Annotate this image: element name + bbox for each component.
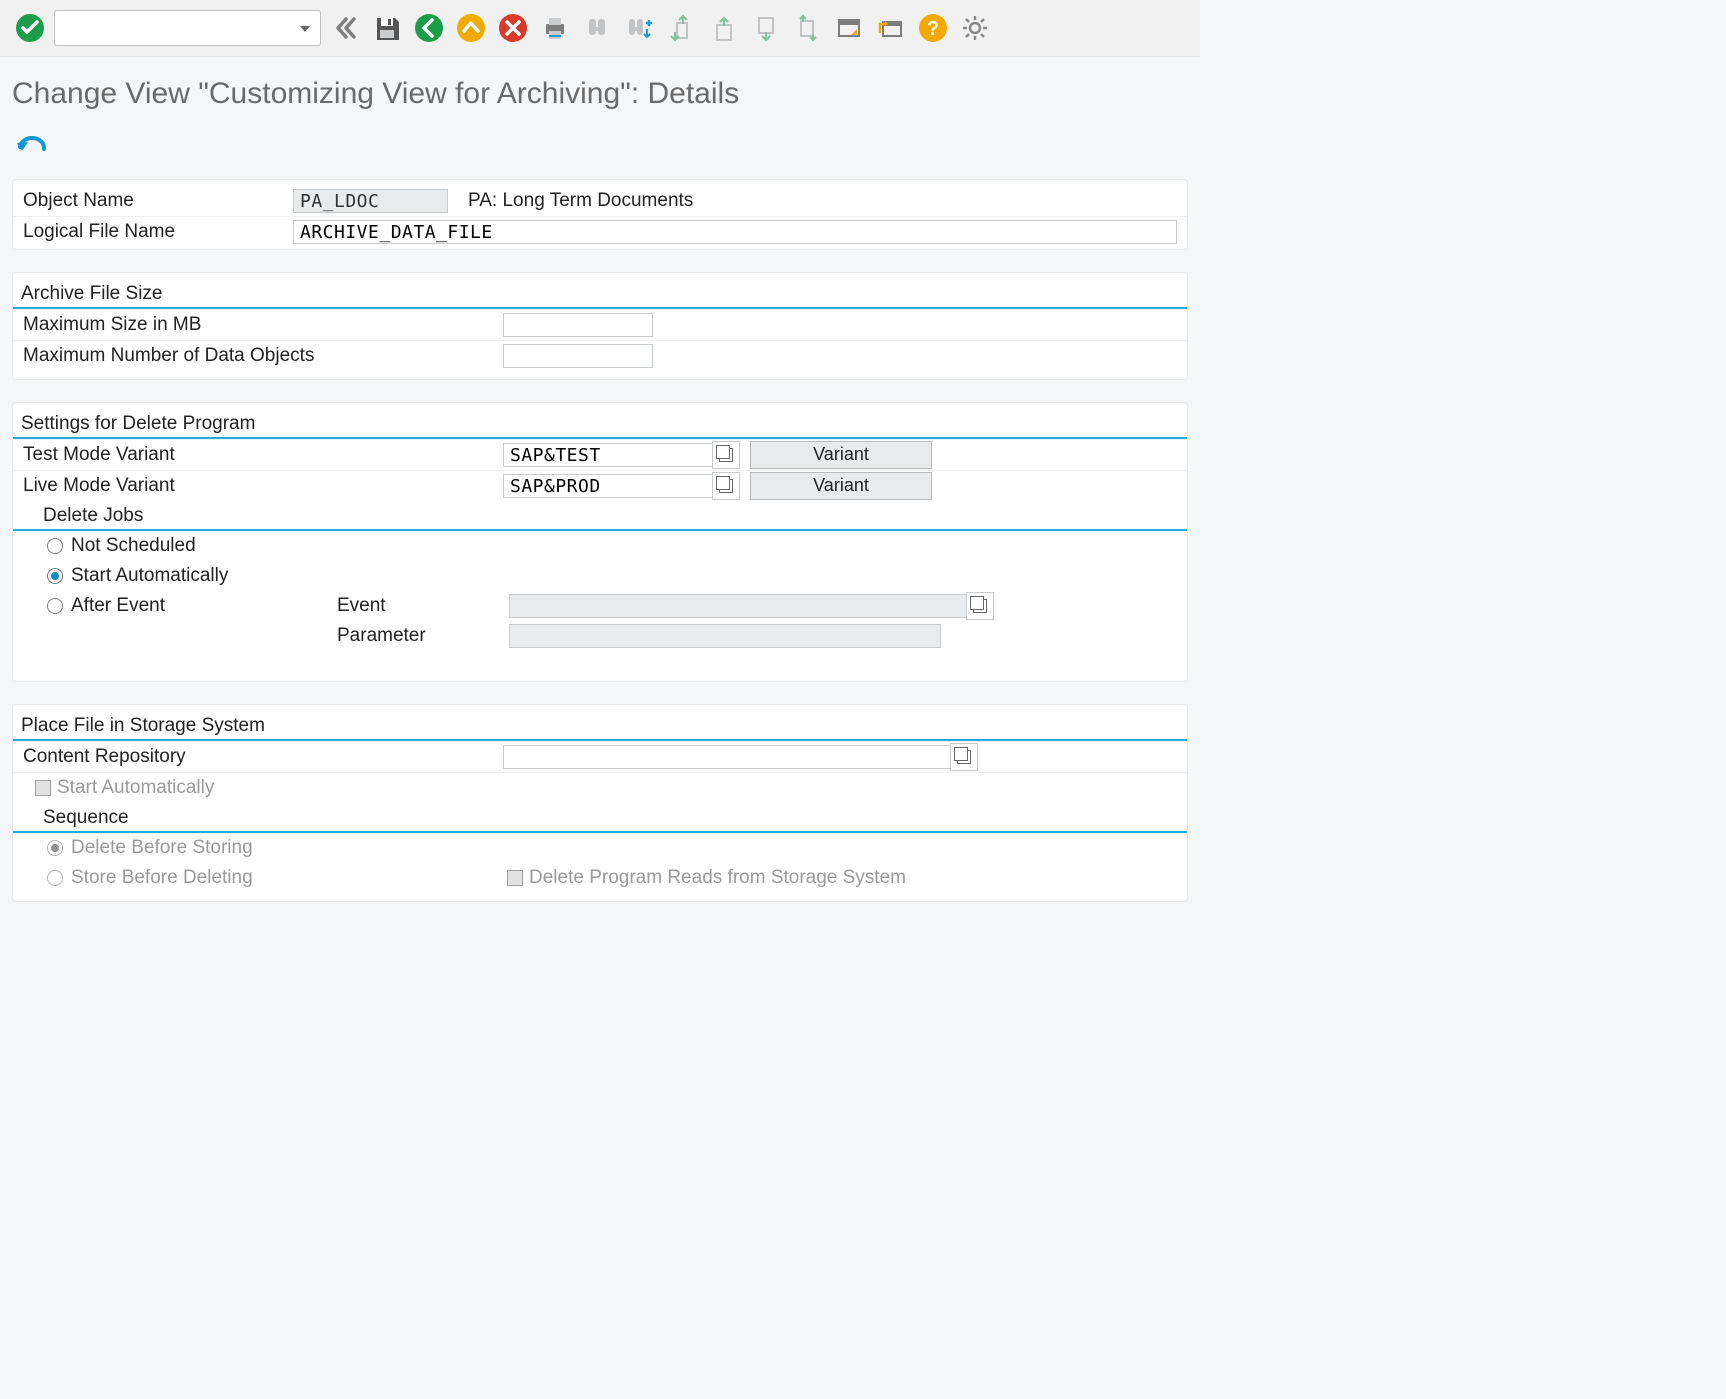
test-variant-f4-icon[interactable] — [712, 441, 740, 469]
archive-size-section: Archive File Size — [13, 279, 1187, 309]
undo-icon[interactable] — [14, 133, 48, 165]
find-next-icon[interactable] — [621, 10, 657, 46]
next-page-icon[interactable] — [747, 10, 783, 46]
object-name-desc: PA: Long Term Documents — [448, 190, 693, 212]
event-field — [509, 594, 967, 618]
after-event-label: After Event — [71, 595, 165, 617]
test-variant-label: Test Mode Variant — [23, 444, 503, 466]
delete-before-label: Delete Before Storing — [71, 837, 253, 859]
parameter-field — [509, 624, 941, 648]
after-event-radio[interactable] — [47, 598, 63, 614]
repo-f4-icon[interactable] — [950, 743, 978, 771]
last-page-icon[interactable] — [789, 10, 825, 46]
max-obj-field[interactable] — [503, 344, 653, 368]
storage-block: Place File in Storage System Content Rep… — [12, 704, 1188, 902]
delete-prog-block: Settings for Delete Program Test Mode Va… — [12, 402, 1188, 682]
create-shortcut-icon[interactable] — [873, 10, 909, 46]
max-mb-label: Maximum Size in MB — [23, 314, 503, 336]
live-variant-f4-icon[interactable] — [712, 472, 740, 500]
find-icon[interactable] — [579, 10, 615, 46]
sequence-section: Sequence — [13, 803, 1187, 833]
event-label: Event — [337, 595, 509, 617]
cancel-icon[interactable] — [495, 10, 531, 46]
live-variant-field[interactable] — [503, 474, 713, 498]
toolbar: ? — [0, 0, 1200, 57]
max-mb-field[interactable] — [503, 313, 653, 337]
delete-before-radio — [47, 840, 63, 856]
first-page-icon[interactable] — [663, 10, 699, 46]
repo-field[interactable] — [503, 745, 951, 769]
page-title: Change View "Customizing View for Archiv… — [0, 57, 1200, 133]
test-variant-button[interactable]: Variant — [750, 441, 932, 469]
reads-label: Delete Program Reads from Storage System — [529, 867, 906, 889]
live-variant-label: Live Mode Variant — [23, 475, 503, 497]
test-variant-field[interactable] — [503, 443, 713, 467]
parameter-label: Parameter — [337, 625, 509, 647]
archive-size-block: Archive File Size Maximum Size in MB Max… — [12, 272, 1188, 380]
start-auto-label: Start Automatically — [71, 565, 228, 587]
storage-start-auto-check — [35, 780, 51, 796]
event-f4-icon[interactable] — [966, 592, 994, 620]
new-session-icon[interactable] — [831, 10, 867, 46]
exit-icon[interactable] — [453, 10, 489, 46]
settings-icon[interactable] — [957, 10, 993, 46]
start-auto-radio[interactable] — [47, 568, 63, 584]
print-icon[interactable] — [537, 10, 573, 46]
object-name-field — [293, 189, 448, 213]
store-before-label: Store Before Deleting — [71, 867, 253, 889]
repo-label: Content Repository — [23, 746, 503, 768]
max-obj-label: Maximum Number of Data Objects — [23, 345, 503, 367]
not-scheduled-label: Not Scheduled — [71, 535, 196, 557]
storage-start-auto-label: Start Automatically — [57, 777, 214, 799]
store-before-radio — [47, 870, 63, 886]
back-icon[interactable] — [411, 10, 447, 46]
enter-icon[interactable] — [12, 10, 48, 46]
help-icon[interactable]: ? — [915, 10, 951, 46]
live-variant-button[interactable]: Variant — [750, 472, 932, 500]
collapse-left-icon[interactable] — [327, 10, 363, 46]
object-name-label: Object Name — [23, 190, 293, 212]
prev-page-icon[interactable] — [705, 10, 741, 46]
reads-check — [507, 870, 523, 886]
save-icon[interactable] — [369, 10, 405, 46]
logical-file-label: Logical File Name — [23, 221, 293, 243]
logical-file-field[interactable] — [293, 220, 1177, 244]
delete-prog-section: Settings for Delete Program — [13, 409, 1187, 439]
svg-text:?: ? — [927, 18, 939, 40]
header-block: Object Name PA: Long Term Documents Logi… — [12, 179, 1188, 250]
command-field[interactable] — [54, 10, 321, 46]
storage-section: Place File in Storage System — [13, 711, 1187, 741]
not-scheduled-radio[interactable] — [47, 538, 63, 554]
delete-jobs-section: Delete Jobs — [13, 501, 1187, 531]
